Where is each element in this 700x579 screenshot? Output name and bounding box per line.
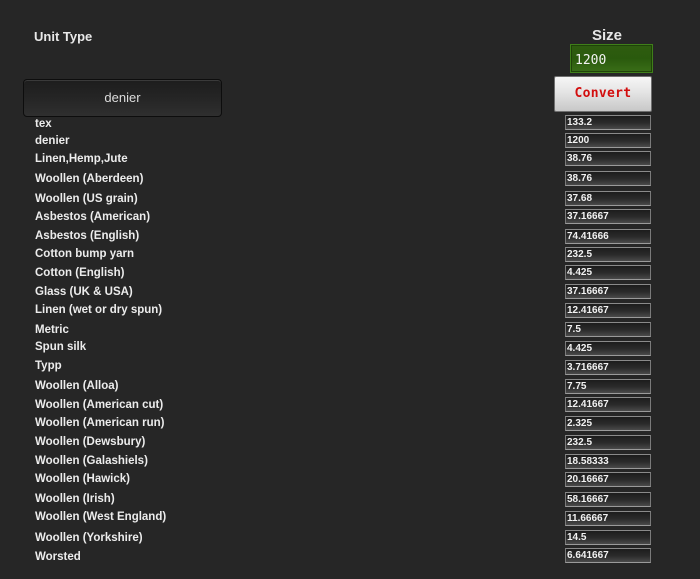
unit-row-value-field[interactable]: 232.5 <box>565 435 651 450</box>
unit-row-value-field[interactable]: 6.641667 <box>565 548 651 563</box>
size-label: Size <box>592 27 623 44</box>
unit-row-value-field[interactable]: 3.716667 <box>565 360 651 375</box>
unit-row-value-field[interactable]: 38.76 <box>565 171 651 186</box>
size-input[interactable] <box>570 44 653 73</box>
unit-row-label: Linen (wet or dry spun) <box>35 304 163 316</box>
unit-row-label: Asbestos (American) <box>35 211 151 223</box>
unit-row-value-field[interactable]: 38.76 <box>565 151 651 166</box>
unit-row-label: Cotton bump yarn <box>35 248 135 260</box>
unit-row-value-field[interactable]: 2.325 <box>565 416 651 431</box>
unit-row-value-field[interactable]: 133.2 <box>565 115 651 130</box>
unit-row-value-field[interactable]: 4.425 <box>565 265 651 280</box>
unit-row-value-field[interactable]: 4.425 <box>565 341 651 356</box>
unit-row-label: Glass (UK & USA) <box>35 286 133 298</box>
unit-row-label: Worsted <box>35 551 81 563</box>
unit-row-label: Metric <box>35 324 69 336</box>
unit-row-value-field[interactable]: 20.16667 <box>565 472 651 487</box>
unit-row-label: Woollen (American run) <box>35 417 165 429</box>
unit-row-label: Linen,Hemp,Jute <box>35 153 128 165</box>
unit-row-value-field[interactable]: 58.16667 <box>565 492 651 507</box>
unit-row-label: Woollen (Irish) <box>35 493 115 505</box>
unit-row-value-field[interactable]: 7.5 <box>565 322 651 337</box>
convert-button[interactable]: Convert <box>554 76 652 112</box>
unit-type-dropdown[interactable]: denier <box>23 79 222 117</box>
unit-row-label: Woollen (Hawick) <box>35 473 130 485</box>
unit-row-label: Spun silk <box>35 341 87 353</box>
unit-row-value-field[interactable]: 37.16667 <box>565 284 651 299</box>
unit-row-label: Cotton (English) <box>35 267 125 279</box>
unit-row-value-field[interactable]: 11.66667 <box>565 511 651 526</box>
unit-row-value-field[interactable]: 74.41666 <box>565 229 651 244</box>
unit-row-label: Woollen (US grain) <box>35 193 138 205</box>
unit-row-value-field[interactable]: 232.5 <box>565 247 651 262</box>
unit-row-label: Typp <box>35 360 62 372</box>
unit-row-label: Woollen (Aberdeen) <box>35 173 144 185</box>
unit-row-label: Woollen (Yorkshire) <box>35 532 143 544</box>
unit-row-label: tex <box>35 118 52 130</box>
unit-row-label: Woollen (Dewsbury) <box>35 436 146 448</box>
unit-row-value-field[interactable]: 14.5 <box>565 530 651 545</box>
unit-row-value-field[interactable]: 37.68 <box>565 191 651 206</box>
unit-row-value-field[interactable]: 12.41667 <box>565 303 651 318</box>
unit-row-value-field[interactable]: 7.75 <box>565 379 651 394</box>
unit-row-value-field[interactable]: 37.16667 <box>565 209 651 224</box>
unit-row-label: denier <box>35 135 70 147</box>
unit-row-label: Woollen (Galashiels) <box>35 455 148 467</box>
unit-row-label: Woollen (Alloa) <box>35 380 119 392</box>
unit-row-value-field[interactable]: 18.58333 <box>565 454 651 469</box>
unit-row-label: Woollen (West England) <box>35 511 167 523</box>
unit-row-label: Woollen (American cut) <box>35 399 164 411</box>
unit-row-value-field[interactable]: 12.41667 <box>565 397 651 412</box>
unit-type-label: Unit Type <box>34 29 93 44</box>
unit-row-label: Asbestos (English) <box>35 230 140 242</box>
unit-row-value-field[interactable]: 1200 <box>565 133 651 148</box>
